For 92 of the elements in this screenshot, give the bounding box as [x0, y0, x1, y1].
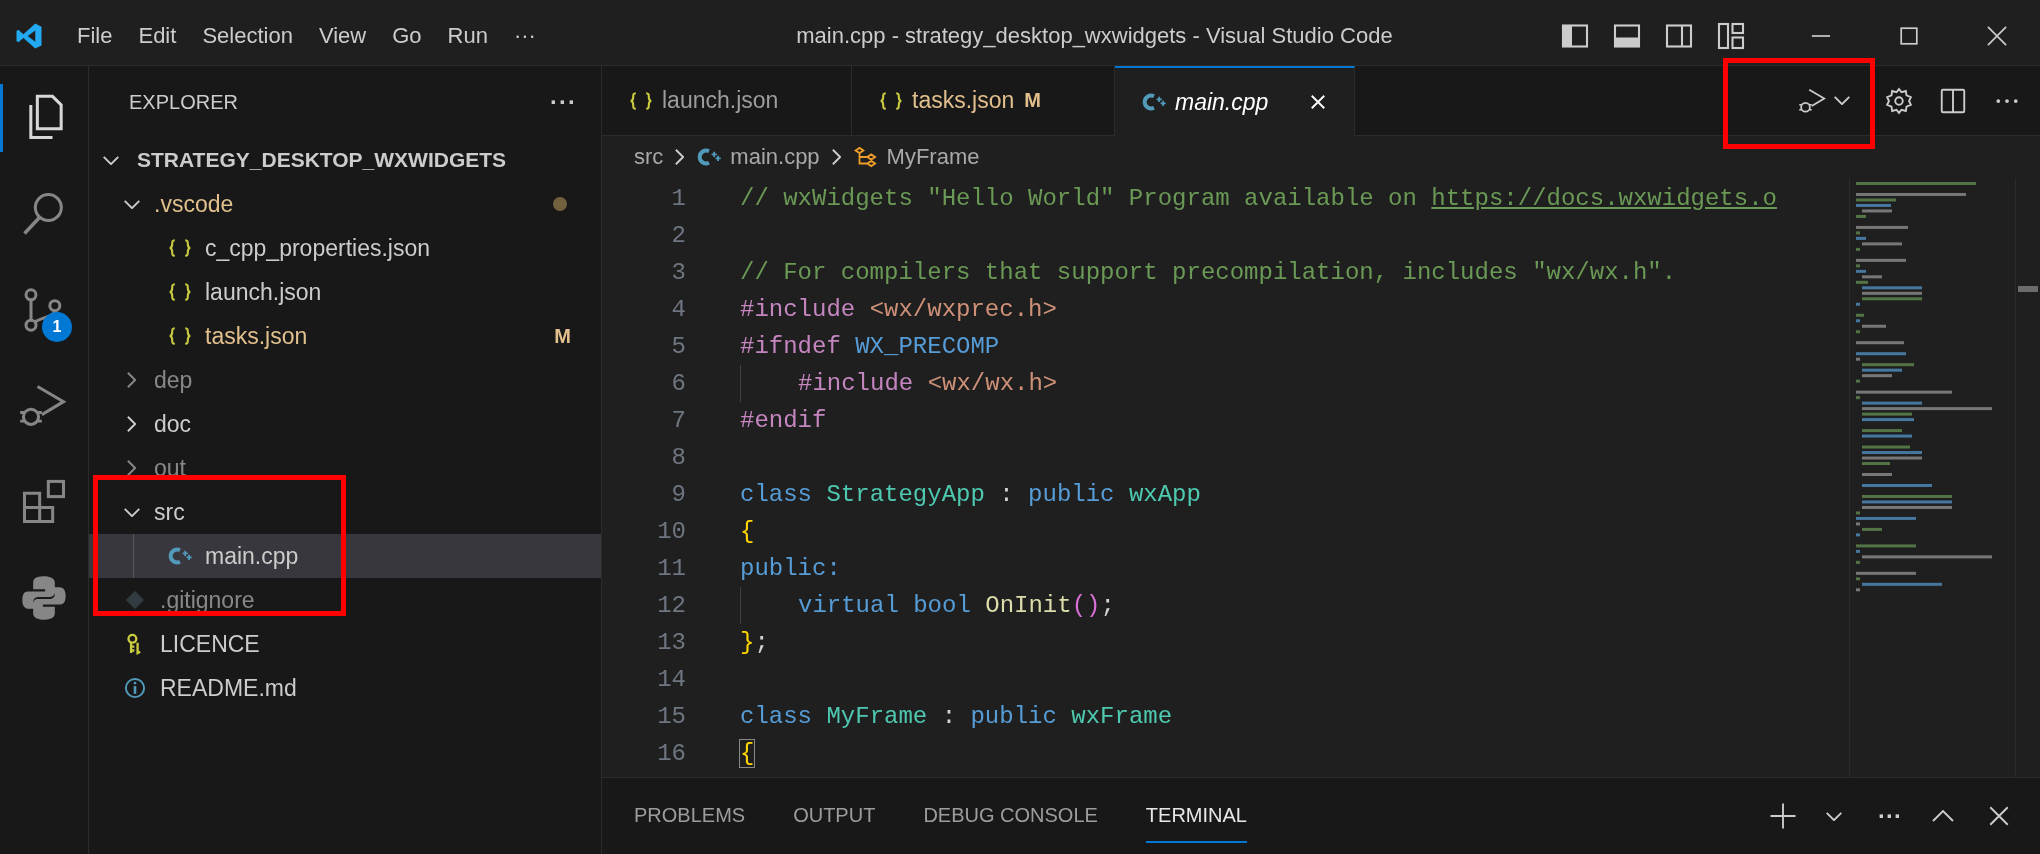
code-link[interactable]: https://docs.wxwidgets.o	[1431, 185, 1777, 212]
chevron-icon	[675, 149, 685, 165]
customize-layout-icon[interactable]	[1716, 20, 1746, 51]
json-file-icon	[167, 325, 193, 347]
line-number: 13	[656, 629, 686, 656]
code-line: class MyFrame : public wxFrame	[740, 703, 1173, 730]
line-number: 6	[670, 370, 686, 397]
menu-item[interactable]: View	[305, 22, 380, 49]
class-symbol-icon	[852, 146, 879, 168]
code-line: {	[740, 740, 755, 767]
tree-item[interactable]: main.cpp	[89, 534, 601, 578]
git-status-letter: M	[1024, 89, 1041, 112]
json-file-icon	[167, 281, 193, 303]
panel-tab[interactable]: OUTPUT	[793, 789, 876, 843]
tree-item[interactable]: LICENCE	[89, 622, 601, 666]
panel-tab[interactable]: DEBUG CONSOLE	[923, 789, 1098, 843]
tree-item[interactable]: src	[89, 490, 601, 534]
chevron-icon	[831, 149, 841, 165]
caret-icon	[1834, 96, 1850, 105]
code-line: // For compilers that support precompilation, includes "wx/wx.h".	[740, 259, 1677, 286]
code-line: public:	[740, 555, 841, 582]
chevron-icon	[124, 507, 140, 517]
modified-dot	[553, 197, 567, 211]
panel-tab[interactable]: PROBLEMS	[634, 789, 746, 843]
menu-item[interactable]: Go	[379, 22, 435, 49]
editor-tab[interactable]: launch.json	[602, 66, 852, 136]
info-icon	[122, 677, 148, 699]
settings-icon[interactable]	[1884, 85, 1914, 116]
line-number: 10	[656, 518, 686, 545]
tree-item[interactable]: README.md	[89, 666, 601, 710]
workspace-folder-header[interactable]: STRATEGY_DESKTOP_WXWIDGETS	[89, 138, 601, 182]
json-file-icon	[167, 237, 193, 259]
chevron-icon	[103, 155, 119, 165]
line-number: 12	[656, 592, 686, 619]
json-file-icon	[878, 89, 904, 112]
menu-item[interactable]: File	[64, 22, 126, 49]
menu-item[interactable]: Selection	[189, 22, 306, 49]
caret-icon[interactable]	[1826, 811, 1842, 821]
chevron-icon	[127, 372, 136, 388]
code-line: virtual bool OnInit();	[798, 592, 1115, 619]
tree-item[interactable]: .gitignore	[89, 578, 601, 622]
more-actions-button[interactable]: ···	[550, 88, 577, 116]
tree-item[interactable]: c_cpp_properties.json	[89, 226, 601, 270]
tree-item[interactable]: doc	[89, 402, 601, 446]
editor-tab[interactable]: main.cpp	[1115, 66, 1355, 136]
window-title: main.cpp - strategy_desktop_wxwidgets - Visual Studio Code	[795, 22, 1394, 49]
code-line: #include <wx/wxprec.h>	[740, 296, 1057, 323]
tree-item[interactable]: launch.json	[89, 270, 601, 314]
menu-item[interactable]: ···	[500, 22, 549, 49]
line-number: 2	[670, 222, 686, 249]
panel-tab[interactable]: TERMINAL	[1145, 789, 1247, 843]
cpp-file-icon	[167, 545, 193, 567]
code-line: #ifndef WX_PRECOMP	[740, 333, 1000, 360]
cpp-file-icon	[696, 146, 723, 168]
line-number: 1	[670, 185, 686, 212]
line-number: 16	[656, 740, 686, 767]
tree-item[interactable]: tasks.json M	[89, 314, 601, 358]
code-line: class StrategyApp : public wxApp	[740, 481, 1201, 508]
breadcrumb-item[interactable]: main.cpp	[696, 144, 820, 170]
sidebar-title: EXPLORER	[129, 90, 238, 114]
line-number: 3	[670, 259, 686, 286]
breadcrumb-item[interactable]: MyFrame	[852, 144, 980, 170]
chevron-icon	[127, 460, 136, 476]
breadcrumb-item[interactable]: src	[634, 144, 664, 170]
menu-item[interactable]: Edit	[125, 22, 190, 49]
scrollbar-thumb[interactable]	[2018, 286, 2038, 292]
more-actions-button[interactable]: ···	[1878, 802, 1902, 830]
tree-item[interactable]: .vscode	[89, 182, 601, 226]
line-number: 4	[670, 296, 686, 323]
cpp-file-icon	[1141, 91, 1167, 113]
notification-badge: 1	[42, 312, 72, 342]
line-number: 7	[670, 407, 686, 434]
git-status-letter: M	[554, 324, 571, 348]
code-line: };	[740, 629, 769, 656]
line-number: 8	[670, 444, 686, 471]
menu-item[interactable]: Run	[434, 22, 501, 49]
line-number: 11	[656, 555, 686, 582]
line-number: 14	[656, 666, 686, 693]
new-terminal-icon[interactable]	[1768, 801, 1798, 831]
code-line: // wxWidgets "Hello World" Program available on https://docs.wxwidgets.o	[740, 185, 1777, 212]
line-number: 15	[656, 703, 686, 730]
line-number: 5	[670, 333, 686, 360]
chevron-icon	[127, 416, 136, 432]
json-file-icon	[628, 89, 654, 112]
tree-item[interactable]: dep	[89, 358, 601, 402]
code-line: #include <wx/wx.h>	[798, 370, 1058, 397]
code-line: {	[740, 518, 755, 545]
activity-bar-item[interactable]: 1	[0, 276, 88, 344]
code-line: #endif	[740, 407, 827, 434]
chevron-icon	[124, 199, 140, 209]
close-tab-icon[interactable]	[1308, 92, 1328, 112]
line-number: 9	[670, 481, 686, 508]
